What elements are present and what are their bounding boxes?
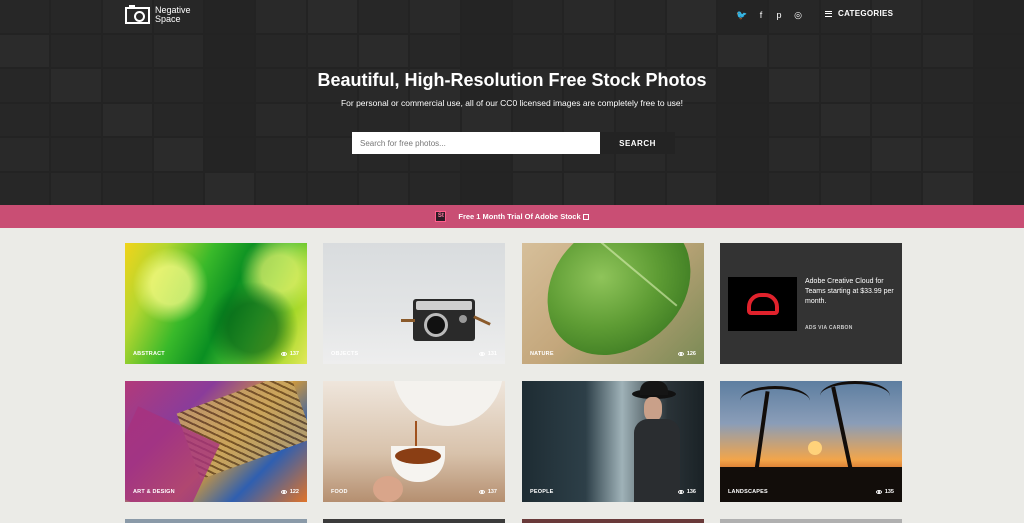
category-card-partial[interactable] <box>323 519 505 523</box>
hero-subtitle: For personal or commercial use, all of o… <box>340 98 684 108</box>
eye-icon <box>280 490 287 494</box>
category-card-objects[interactable]: OBJECTS 131 <box>323 243 505 364</box>
category-card-people[interactable]: PEOPLE 136 <box>522 381 704 502</box>
categories-menu-button[interactable]: CATEGORIES <box>825 9 893 18</box>
category-card-partial[interactable] <box>125 519 307 523</box>
category-card-partial[interactable] <box>522 519 704 523</box>
pinterest-icon[interactable]: p <box>773 9 785 21</box>
logo-text: Negative Space <box>155 5 191 24</box>
ad-text[interactable]: Adobe Creative Cloud for Teams starting … <box>805 277 897 307</box>
view-count: 137 <box>487 489 497 495</box>
external-link-icon <box>582 214 589 220</box>
category-card-art-design[interactable]: ART & DESIGN 122 <box>125 381 307 502</box>
view-count: 136 <box>686 489 696 495</box>
eye-icon <box>677 352 684 356</box>
camera-logo-icon <box>125 4 150 24</box>
view-count: 126 <box>686 351 696 357</box>
promo-text[interactable]: Free 1 Month Trial Of Adobe Stock <box>458 212 580 221</box>
card-label: PEOPLE <box>530 489 554 495</box>
search-button[interactable]: SEARCH <box>600 132 675 154</box>
teapot-shape <box>393 381 503 426</box>
eye-icon <box>478 352 485 356</box>
card-label: FOOD <box>331 489 348 495</box>
eye-icon <box>280 352 287 356</box>
category-card-nature[interactable]: NATURE 126 <box>522 243 704 364</box>
category-card-abstract[interactable]: ABSTRACT 137 <box>125 243 307 364</box>
hamburger-icon <box>825 10 832 17</box>
category-card-partial[interactable] <box>720 519 902 523</box>
card-label: OBJECTS <box>331 351 359 357</box>
card-label: ART & DESIGN <box>133 489 175 495</box>
facebook-icon[interactable]: f <box>755 9 767 21</box>
carbon-ad-card[interactable]: Adobe Creative Cloud for Teams starting … <box>720 243 902 364</box>
instagram-icon[interactable]: ◎ <box>792 9 804 21</box>
twitter-icon[interactable]: 🐦 <box>736 9 748 21</box>
hero-title: Beautiful, High-Resolution Free Stock Ph… <box>317 70 707 90</box>
hero-banner: Negative Space 🐦 f p ◎ CATEGORIES Beauti… <box>0 0 1024 205</box>
view-count: 135 <box>884 489 894 495</box>
ad-via-carbon[interactable]: ADS VIA CARBON <box>805 325 853 331</box>
creative-cloud-logo-icon <box>728 277 797 331</box>
top-navbar: Negative Space 🐦 f p ◎ CATEGORIES <box>0 0 1024 30</box>
view-count: 131 <box>487 351 497 357</box>
adobe-stock-icon: St <box>435 211 447 222</box>
eye-icon <box>677 490 684 494</box>
view-count: 122 <box>289 489 299 495</box>
categories-label: CATEGORIES <box>838 9 894 18</box>
card-label: ABSTRACT <box>133 351 165 357</box>
category-card-food[interactable]: FOOD 137 <box>323 381 505 502</box>
site-logo[interactable]: Negative Space <box>125 4 195 24</box>
category-card-landscapes[interactable]: LANDSCAPES 135 <box>720 381 902 502</box>
search-input[interactable] <box>352 132 600 154</box>
view-count: 137 <box>289 351 299 357</box>
eye-icon <box>478 490 485 494</box>
leaf-shape <box>529 243 704 364</box>
card-label: LANDSCAPES <box>728 489 768 495</box>
eye-icon <box>875 490 882 494</box>
card-label: NATURE <box>530 351 554 357</box>
promo-bar[interactable]: St Free 1 Month Trial Of Adobe Stock <box>0 205 1024 228</box>
